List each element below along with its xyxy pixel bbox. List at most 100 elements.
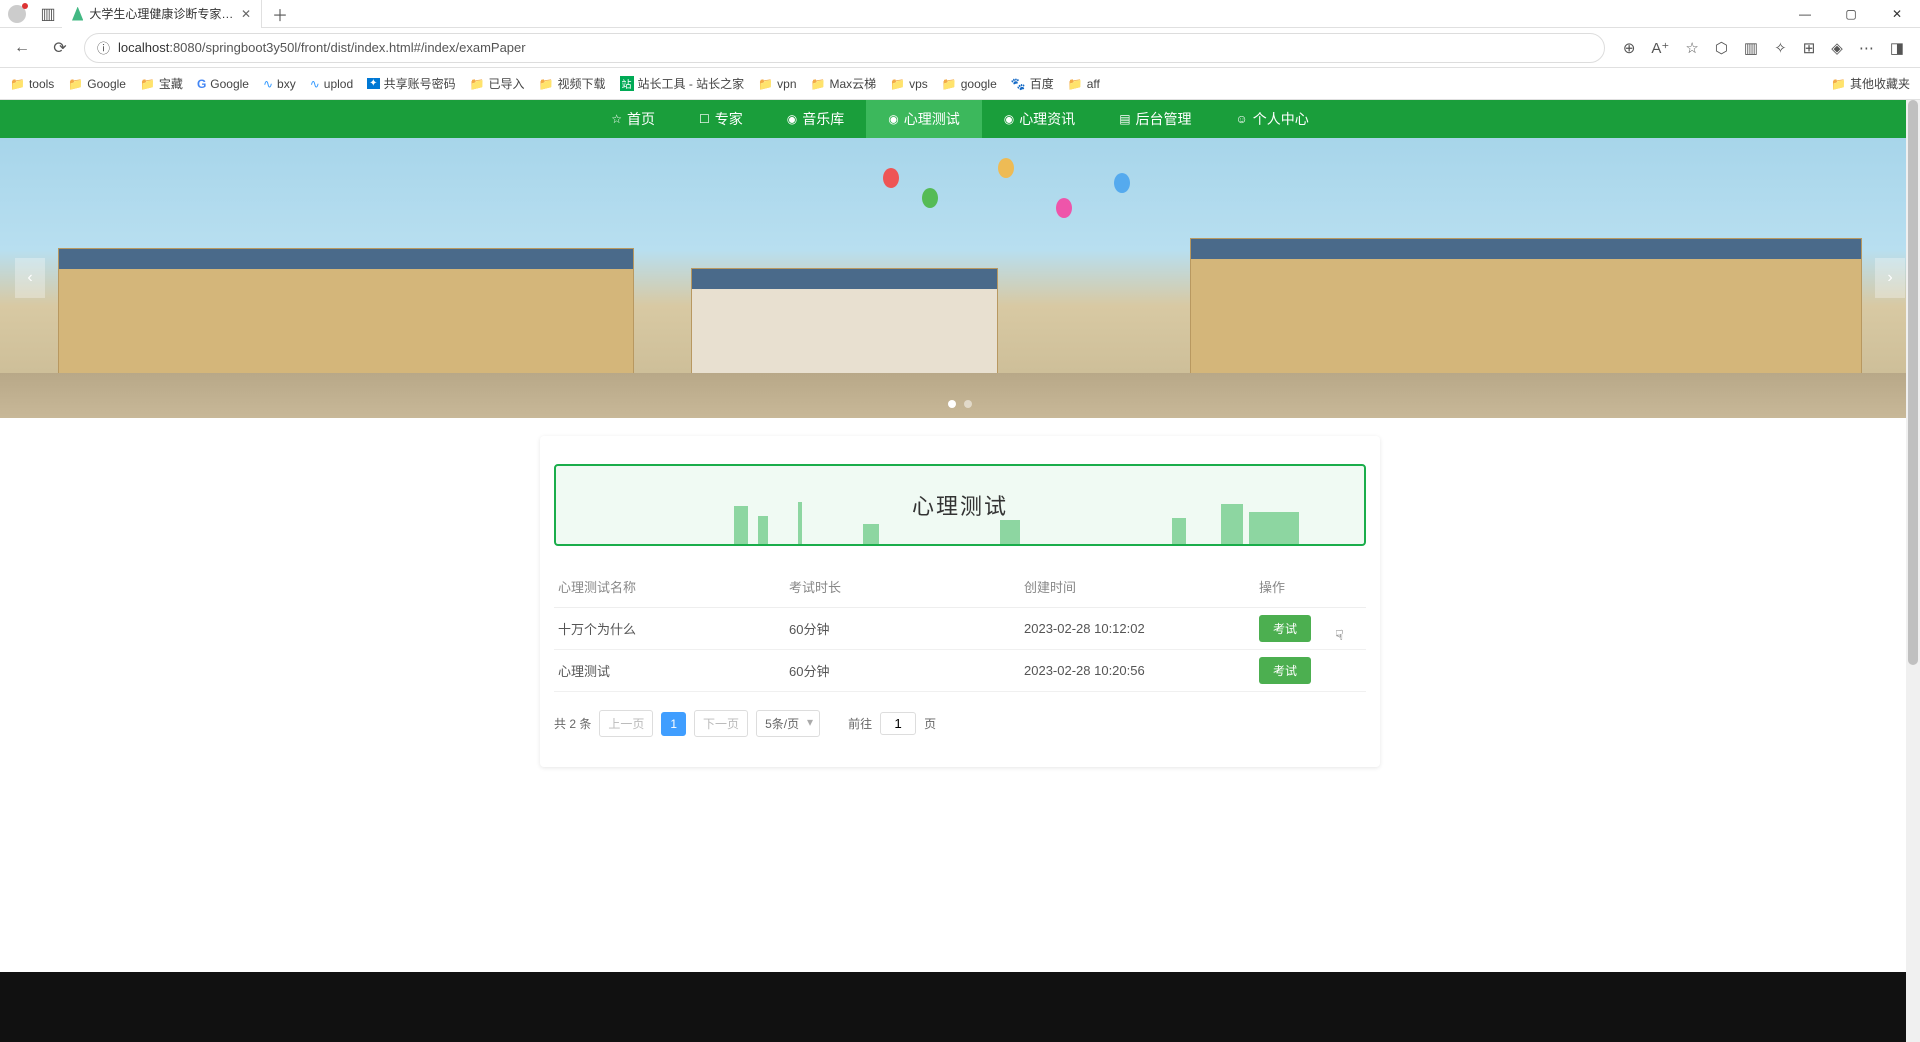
new-tab-button[interactable]: ＋ [262,2,298,26]
bookmark-item[interactable]: 📁已导入 [470,75,525,92]
carousel-next-button[interactable]: › [1875,258,1905,298]
nav-后台管理[interactable]: ▤后台管理 [1097,100,1213,138]
vertical-scrollbar[interactable] [1906,100,1920,1042]
table-row: 心理测试60分钟2023-02-28 10:20:56考试 [554,650,1366,692]
baidu-icon: 🐾 [1011,77,1026,91]
favorites-list-icon[interactable]: ✧ [1774,39,1787,57]
folder-icon: 📁 [811,77,826,91]
bookmark-item[interactable]: ✦共享账号密码 [367,75,455,92]
exam-button[interactable]: 考试 [1259,657,1311,684]
nav-icon: ☐ [699,112,710,126]
tab-title: 大学生心理健康诊断专家系统设计 [89,5,235,22]
pagination-size-select[interactable]: 5条/页 [756,710,820,737]
folder-icon: 📁 [470,77,485,91]
folder-icon: 📁 [890,77,905,91]
bookmark-item[interactable]: 📁tools [10,77,54,91]
table-header: 操作 [1259,577,1366,596]
nav-icon: ☆ [611,112,622,126]
folder-icon: 📁 [68,77,83,91]
nav-心理测试[interactable]: ◉心理测试 [866,100,981,138]
pagination-page-1[interactable]: 1 [661,712,686,736]
cell-created: 2023-02-28 10:12:02 [1024,621,1259,636]
pagination-next-button[interactable]: 下一页 [694,710,748,737]
back-button[interactable]: ← [8,39,36,57]
site-info-icon[interactable]: ⓘ [97,38,110,57]
google-icon: G [197,77,206,91]
url-path: :8080/springboot3y50l/front/dist/index.h… [169,40,525,55]
carousel-dot[interactable] [964,400,972,408]
favorite-icon[interactable]: ☆ [1685,39,1698,57]
bookmarks-overflow[interactable]: 📁 其他收藏夹 [1831,75,1910,92]
nav-首页[interactable]: ☆首页 [589,100,677,138]
bookmark-item[interactable]: 站站长工具 - 站长之家 [620,75,745,92]
cursor-icon: ☟ [1335,627,1344,644]
extensions-icon[interactable]: ⬡ [1715,39,1728,57]
bookmark-item[interactable]: ∿uplod [310,77,353,91]
bookmark-item[interactable]: GGoogle [197,77,249,91]
table-header: 创建时间 [1024,577,1259,596]
ext-icon: 站 [620,76,634,91]
cell-duration: 60分钟 [789,661,1024,680]
bookmark-item[interactable]: 📁Max云梯 [811,75,877,92]
bookmark-item[interactable]: 📁aff [1068,77,1100,91]
address-bar[interactable]: ⓘ localhost:8080/springboot3y50l/front/d… [84,33,1605,63]
sidebar-toggle-icon[interactable]: ◨ [1890,39,1904,57]
ext-icon: ✦ [367,78,379,89]
nav-icon: ◉ [787,112,797,126]
folder-icon: 📁 [1831,77,1846,91]
bookmark-item[interactable]: 📁Google [68,77,126,91]
wallet-icon[interactable]: ◈ [1831,39,1843,57]
read-aloud-icon[interactable]: A⁺ [1651,39,1669,57]
exam-button[interactable]: 考试 [1259,615,1311,642]
pagination-prev-button[interactable]: 上一页 [599,710,653,737]
window-maximize-button[interactable]: ▢ [1828,7,1874,21]
zoom-icon[interactable]: ⊕ [1623,39,1636,57]
bookmark-item[interactable]: 📁vpn [758,77,796,91]
hero-carousel: ‹ › [0,138,1920,418]
carousel-prev-button[interactable]: ‹ [15,258,45,298]
folder-icon: 📁 [539,77,554,91]
bookmark-item[interactable]: 📁google [942,77,997,91]
pagination-goto-suffix: 页 [924,715,936,732]
close-tab-icon[interactable]: ✕ [241,7,251,21]
folder-icon: 📁 [10,77,25,91]
vue-favicon-icon [72,7,83,21]
cell-created: 2023-02-28 10:20:56 [1024,663,1259,678]
window-minimize-button[interactable]: — [1782,7,1828,21]
table-row: 十万个为什么60分钟2023-02-28 10:12:02考试 ☟ [554,608,1366,650]
table-header: 考试时长 [789,577,1024,596]
bookmark-item[interactable]: 📁vps [890,77,928,91]
section-header: 心理测试 [554,464,1366,546]
bookmark-item[interactable]: 📁宝藏 [140,75,183,92]
collections-icon[interactable]: ▥ [1744,39,1758,57]
browser-tab[interactable]: 大学生心理健康诊断专家系统设计 ✕ [62,0,262,28]
nav-icon: ☺ [1236,112,1248,126]
link-icon: ∿ [310,77,320,91]
folder-icon: 📁 [942,77,957,91]
refresh-button[interactable]: ⟳ [46,38,74,58]
nav-个人中心[interactable]: ☺个人中心 [1214,100,1331,138]
profile-avatar[interactable] [8,5,26,23]
pagination-goto-label: 前往 [848,715,872,732]
folder-icon: 📁 [1068,77,1083,91]
bookmark-item[interactable]: 📁视频下载 [539,75,606,92]
window-close-button[interactable]: ✕ [1874,7,1920,21]
tab-overview-icon[interactable]: ▥ [34,4,62,24]
folder-icon: 📁 [758,77,773,91]
page-footer [0,972,1920,1042]
pagination-goto-input[interactable] [880,712,916,735]
bookmark-item[interactable]: 🐾百度 [1011,75,1054,92]
nav-icon: ▤ [1119,112,1130,126]
nav-音乐库[interactable]: ◉音乐库 [765,100,866,138]
cell-name: 十万个为什么 [554,619,789,638]
cell-duration: 60分钟 [789,619,1024,638]
link-icon: ∿ [263,77,273,91]
carousel-dot[interactable] [948,400,956,408]
url-host: localhost [118,40,169,55]
menu-icon[interactable]: ⋯ [1859,39,1874,57]
downloads-icon[interactable]: ⊞ [1803,39,1816,57]
cell-name: 心理测试 [554,661,789,680]
nav-心理资讯[interactable]: ◉心理资讯 [982,100,1097,138]
nav-专家[interactable]: ☐专家 [677,100,765,138]
bookmark-item[interactable]: ∿bxy [263,77,296,91]
